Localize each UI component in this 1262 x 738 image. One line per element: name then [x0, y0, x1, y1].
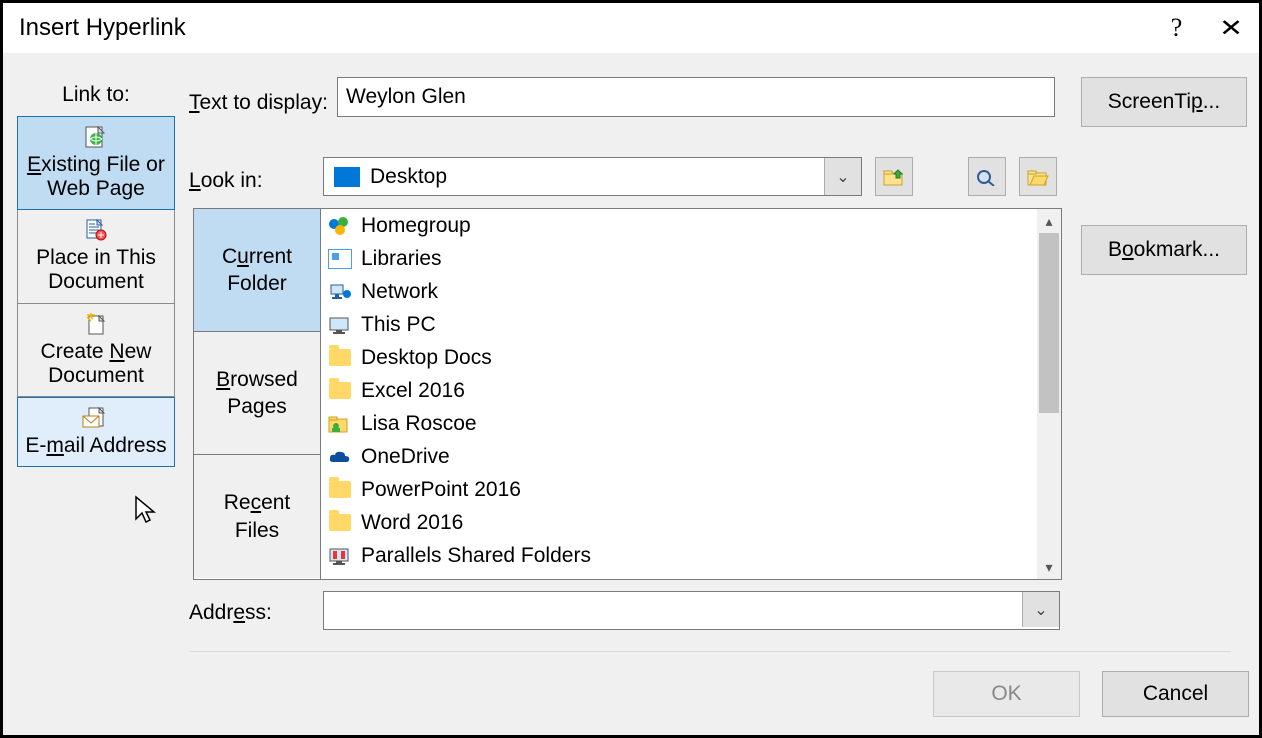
document-place-icon — [22, 216, 170, 244]
scroll-down-button[interactable]: ▾ — [1037, 555, 1061, 579]
list-item: Parallels Shared Folders — [321, 539, 1061, 572]
list-item: Homegroup — [321, 209, 1061, 242]
tab-browsed-pages[interactable]: BrowsedPages — [194, 332, 320, 455]
text-to-display-input[interactable] — [337, 77, 1055, 117]
onedrive-icon — [327, 446, 353, 468]
scroll-up-button[interactable]: ▴ — [1037, 209, 1061, 233]
folder-open-icon — [1027, 168, 1049, 186]
list-item: OneDrive — [321, 440, 1061, 473]
folder-up-icon — [883, 168, 905, 186]
linkto-place-in-document[interactable]: Place in This Document — [17, 210, 175, 303]
linkto-label: Place in This Document — [22, 246, 170, 294]
list-scrollbar[interactable]: ▴ ▾ — [1037, 209, 1061, 579]
tab-recent-files[interactable]: Recent Files — [194, 455, 320, 578]
folder-icon — [327, 380, 353, 402]
linkto-label: Create New Document — [22, 340, 170, 388]
linkto-create-new[interactable]: Create New Document — [17, 304, 175, 397]
linkto-label: E-mail Address — [22, 434, 170, 458]
linkto-email-address[interactable]: E-mail Address — [17, 397, 175, 467]
separator — [189, 651, 1231, 652]
look-in-dropdown[interactable]: ⌄ — [824, 158, 861, 195]
tab-current-folder[interactable]: CurrentFolder — [194, 209, 320, 332]
folder-icon — [327, 347, 353, 369]
look-in-label: Look in: — [189, 169, 263, 193]
link-to-label: Link to: — [17, 83, 175, 107]
list-item: Libraries — [321, 242, 1061, 275]
address-dropdown[interactable]: ⌄ — [1022, 592, 1059, 627]
email-icon — [22, 404, 170, 432]
this-pc-icon — [327, 314, 353, 336]
scroll-thumb[interactable] — [1039, 233, 1059, 413]
network-icon — [327, 281, 353, 303]
address-label: Address: — [189, 601, 272, 625]
browse-file-button[interactable] — [1019, 157, 1057, 196]
parallels-icon — [327, 545, 353, 567]
screentip-button[interactable]: ScreenTip... — [1081, 77, 1247, 127]
dialog-title: Insert Hyperlink — [19, 14, 1149, 42]
close-button[interactable]: ✕ — [1204, 3, 1259, 53]
user-folder-icon — [327, 413, 353, 435]
globe-page-icon — [22, 123, 170, 151]
folder-icon — [327, 512, 353, 534]
list-item: Network — [321, 275, 1061, 308]
folder-icon — [327, 479, 353, 501]
help-button[interactable]: ? — [1149, 3, 1204, 53]
cancel-button[interactable]: Cancel — [1102, 671, 1249, 717]
list-item: Desktop Docs — [321, 341, 1061, 374]
text-to-display-label: Text to display: — [189, 91, 328, 115]
list-item: Word 2016 — [321, 506, 1061, 539]
file-list[interactable]: Homegroup Libraries Network This PC Desk… — [321, 209, 1061, 579]
new-document-icon — [22, 310, 170, 338]
search-web-icon — [976, 168, 998, 186]
list-item: This PC — [321, 308, 1061, 341]
up-one-level-button[interactable] — [875, 157, 913, 196]
list-item: Excel 2016 — [321, 374, 1061, 407]
look-in-select[interactable]: Desktop ⌄ — [323, 157, 862, 196]
cursor-icon — [133, 495, 157, 531]
desktop-icon — [334, 167, 360, 187]
bookmark-button[interactable]: Bookmark... — [1081, 225, 1247, 275]
list-item: Lisa Roscoe — [321, 407, 1061, 440]
browse-web-button[interactable] — [968, 157, 1006, 196]
address-input[interactable] — [324, 592, 1022, 629]
linkto-label: Existing File or Web Page — [22, 153, 170, 201]
linkto-existing-file[interactable]: Existing File or Web Page — [17, 116, 175, 210]
libraries-icon — [327, 248, 353, 270]
look-in-value: Desktop — [370, 165, 824, 189]
list-item: PowerPoint 2016 — [321, 473, 1061, 506]
homegroup-icon — [327, 215, 353, 237]
ok-button[interactable]: OK — [933, 671, 1080, 717]
